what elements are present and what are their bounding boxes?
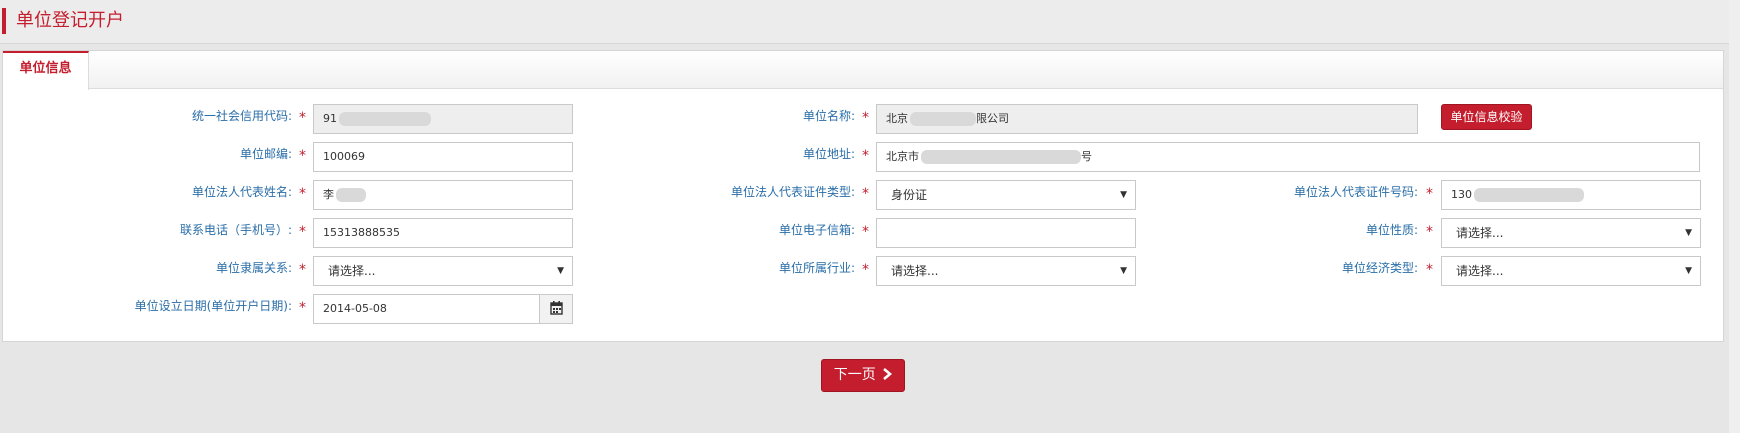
page-title: 单位登记开户 [16,10,124,31]
scrollbar[interactable] [1729,0,1740,433]
unit-nature-select[interactable]: 请选择... ▼ [1441,218,1701,248]
industry-label: 单位所属行业: [778,261,855,275]
required-mark: * [299,148,306,164]
unit-nature-label: 单位性质: [1365,223,1418,237]
required-mark: * [862,110,869,126]
required-mark: * [862,224,869,240]
address-input[interactable]: 北京市号 [876,142,1700,172]
next-page-button[interactable]: 下一页 [821,359,905,392]
economic-type-label: 单位经济类型: [1341,261,1418,275]
verify-unit-info-button[interactable]: 单位信息校验 [1441,104,1532,130]
redacted-blur [339,112,431,126]
legal-rep-id-type-select[interactable]: 身份证 ▼ [876,180,1136,210]
required-mark: * [299,262,306,278]
required-mark: * [1426,186,1433,202]
credit-code-field[interactable]: 91 [313,104,573,134]
required-mark: * [1426,224,1433,240]
legal-rep-id-type-label: 单位法人代表证件类型: [730,185,855,199]
required-mark: * [862,186,869,202]
page-header: 单位登记开户 [0,0,1740,44]
email-label: 单位电子信箱: [778,223,855,237]
email-input[interactable] [876,218,1136,248]
phone-label: 联系电话（手机号）: [179,223,292,237]
industry-select[interactable]: 请选择... ▼ [876,256,1136,286]
chevron-down-icon: ▼ [1685,228,1692,238]
postal-code-label: 单位邮编: [239,147,292,161]
unit-name-field[interactable]: 北京 限公司 [876,104,1418,134]
chevron-down-icon: ▼ [1120,190,1127,200]
affiliation-select[interactable]: 请选择... ▼ [313,256,573,286]
chevron-right-icon [883,368,893,380]
title-accent-bar [2,8,6,34]
legal-rep-name-input[interactable]: 李 [313,180,573,210]
required-mark: * [299,110,306,126]
unit-name-label: 单位名称: [802,109,855,123]
legal-rep-name-label: 单位法人代表姓名: [191,185,292,199]
required-mark: * [1426,262,1433,278]
redacted-blur [336,188,366,202]
redacted-blur [1474,188,1584,202]
required-mark: * [299,224,306,240]
redacted-blur [921,150,1081,164]
required-mark: * [299,186,306,202]
chevron-down-icon: ▼ [1120,266,1127,276]
calendar-icon [550,301,563,315]
required-mark: * [862,262,869,278]
economic-type-select[interactable]: 请选择... ▼ [1441,256,1701,286]
address-label: 单位地址: [802,147,855,161]
calendar-button[interactable] [539,295,572,323]
establish-date-input[interactable]: 2014-05-08 [313,294,573,324]
affiliation-label: 单位隶属关系: [215,261,292,275]
postal-code-input[interactable]: 100069 [313,142,573,172]
tab-bar: 单位信息 [3,51,1723,90]
legal-rep-id-no-label: 单位法人代表证件号码: [1293,185,1418,199]
chevron-down-icon: ▼ [1685,266,1692,276]
legal-rep-id-no-input[interactable]: 130 [1441,180,1701,210]
chevron-down-icon: ▼ [557,266,564,276]
required-mark: * [299,300,306,316]
required-mark: * [862,148,869,164]
redacted-blur [910,112,976,126]
phone-input[interactable]: 15313888535 [313,218,573,248]
establish-date-label: 单位设立日期(单位开户日期): [134,299,292,313]
credit-code-label: 统一社会信用代码: [191,109,292,123]
tab-unit-info[interactable]: 单位信息 [3,51,89,90]
